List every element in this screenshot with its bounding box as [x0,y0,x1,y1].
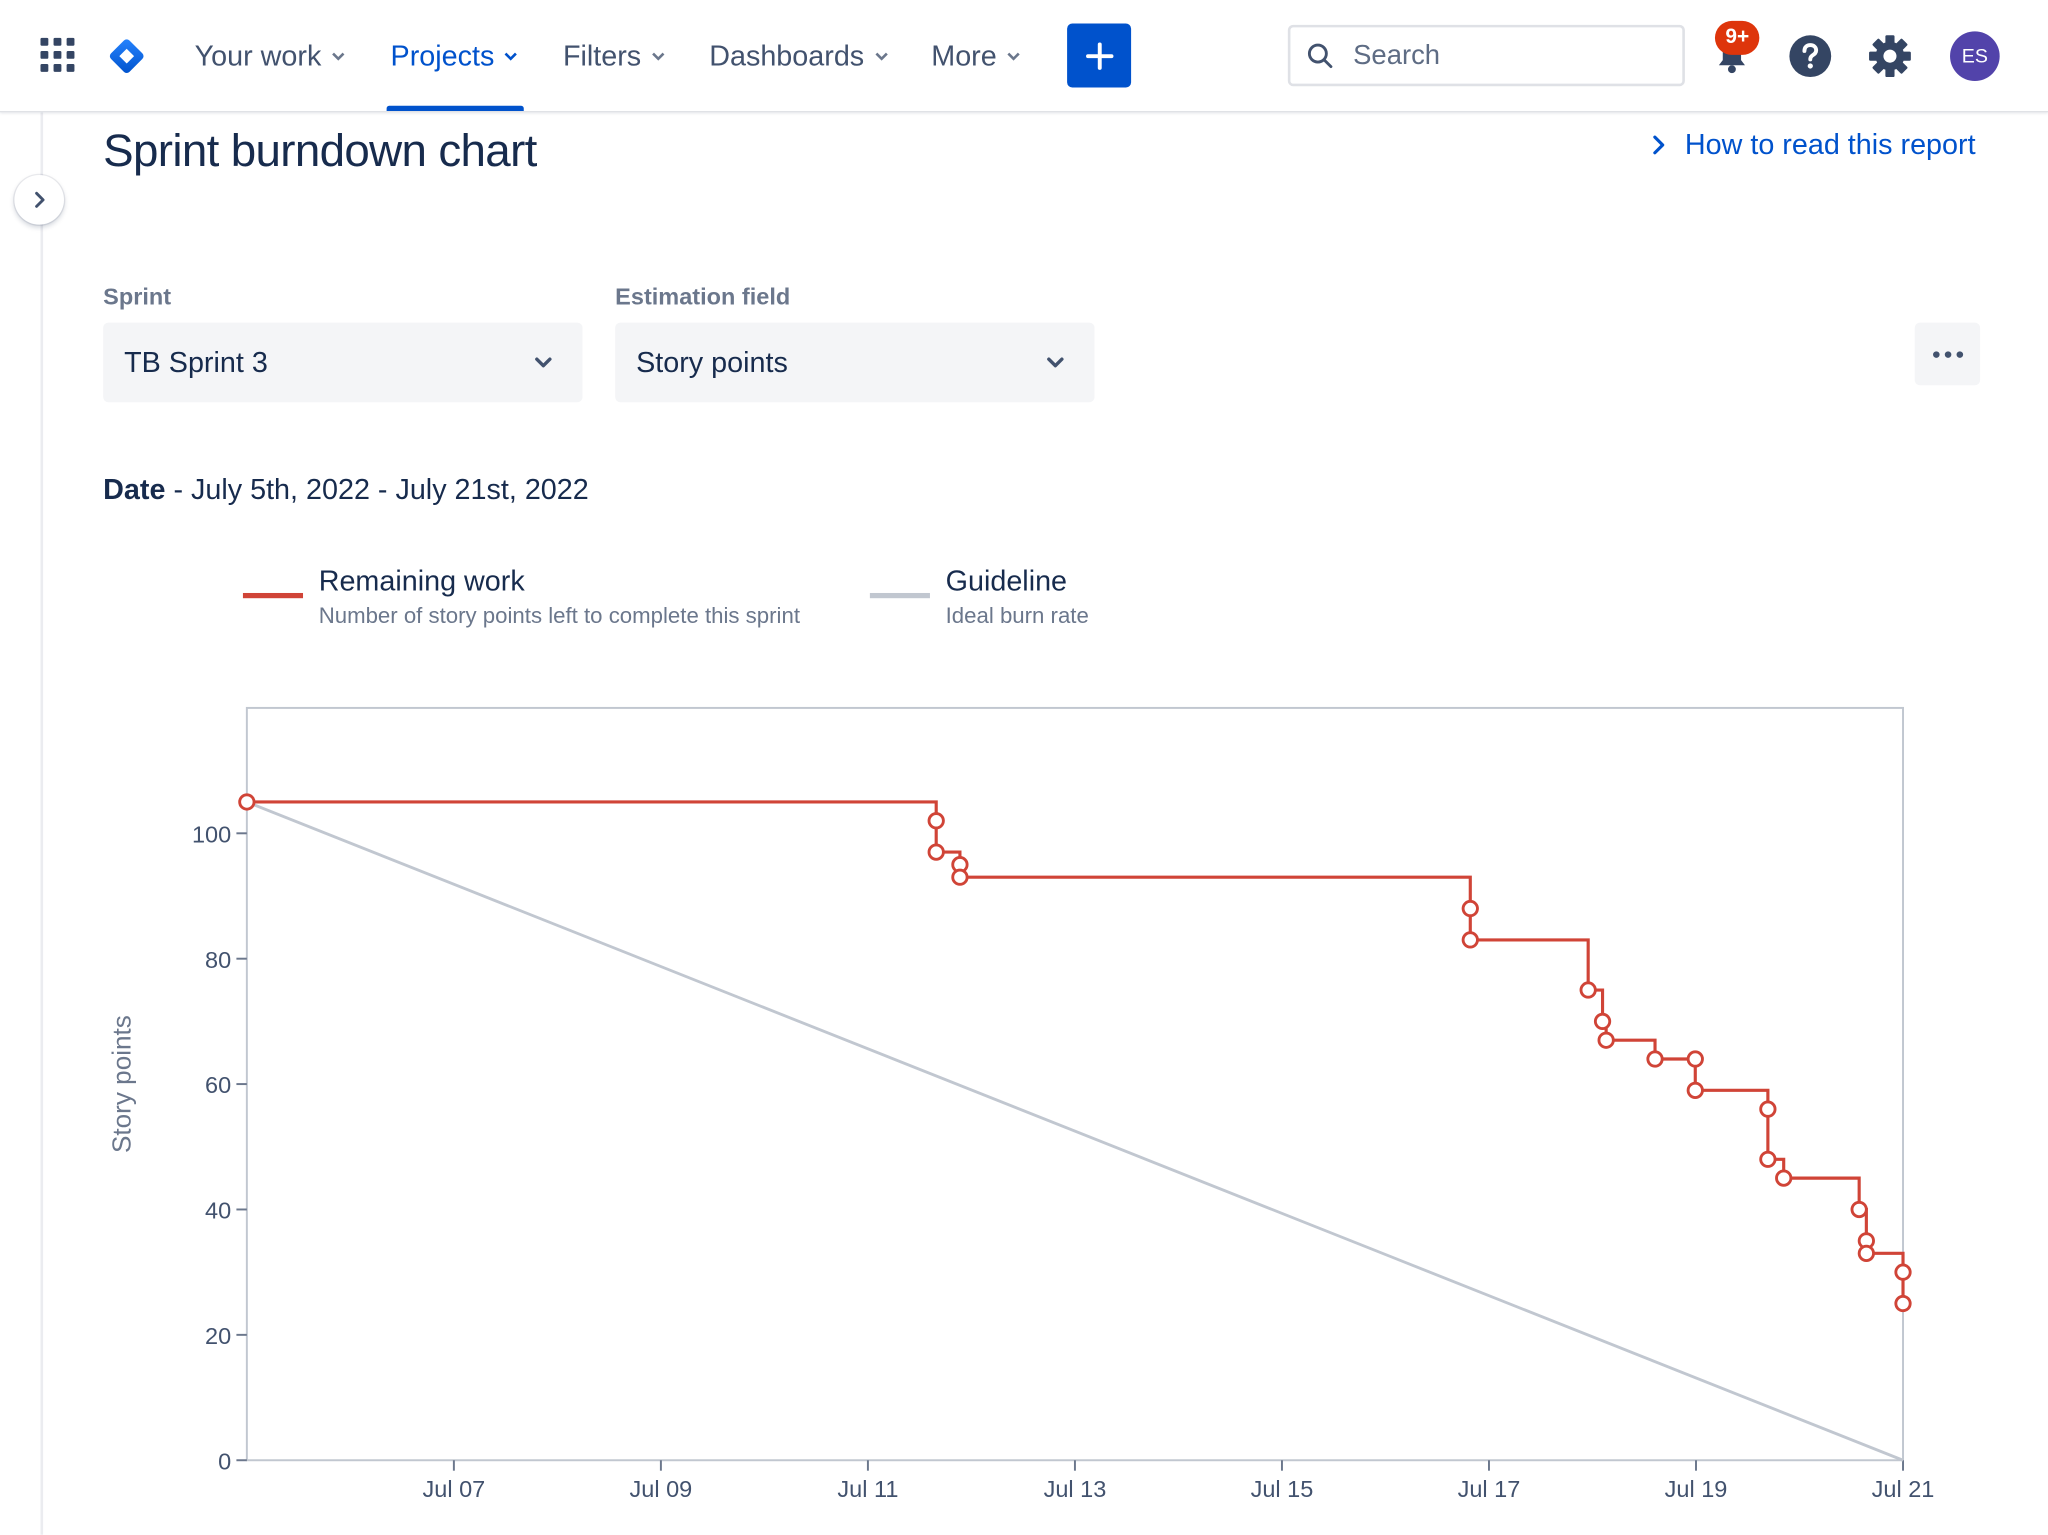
chevron-down-icon [332,51,345,60]
nav-your-work[interactable]: Your work [195,0,348,111]
x-tick-label: Jul 11 [837,1476,898,1502]
chevron-right-icon [35,191,45,208]
search-field[interactable] [1287,24,1685,87]
remaining-work-point [238,793,256,811]
nav-filters-label: Filters [562,38,642,72]
chevron-down-icon [651,51,665,60]
create-button[interactable] [1067,23,1132,88]
x-tick-label: Jul 21 [1872,1476,1935,1502]
chevron-down-icon [505,51,518,60]
search-icon [1307,42,1333,68]
remaining-work-point [951,868,969,886]
nav-projects-label: Projects [390,38,495,72]
expand-sidebar-button[interactable] [14,175,64,225]
remaining-work-point [1461,899,1479,918]
chevron-down-icon [875,51,888,60]
remaining-work-point [1686,1081,1704,1099]
x-axis: Jul 07 Jul 09 Jul 11 Jul 13 Jul 15 Jul 17 Jul … [423,1460,1935,1502]
x-tick-label: Jul 13 [1044,1476,1107,1502]
remaining-work-point [1759,1100,1777,1118]
notification-badge: 9+ [1714,20,1760,55]
nav-more[interactable]: More [931,0,1023,111]
remaining-work-point [1857,1244,1875,1262]
remaining-work-point [1646,1050,1664,1068]
y-tick-label: 20 [205,1323,231,1349]
help-icon [1789,35,1832,78]
gear-icon [1869,35,1911,78]
y-tick-label: 40 [205,1198,231,1224]
remaining-work-point [1686,1050,1704,1068]
nav-filters[interactable]: Filters [563,0,667,111]
plot-frame [245,706,1904,1462]
y-tick-label: 0 [218,1448,231,1474]
guideline-series [246,800,1904,1462]
nav-more-label: More [931,38,997,72]
top-navigation: Your work Projects Filters Dashboards Mo… [0,0,2048,113]
burndown-chart: 020406080100 Jul 07 Jul 09 Jul 11 Jul 13 Jul… [107,706,1935,1502]
remaining-work-point [1597,1031,1615,1049]
remaining-work-point [927,812,945,830]
x-tick-label: Jul 19 [1665,1476,1728,1502]
app-switcher-icon[interactable] [38,35,80,77]
search-input[interactable] [1350,38,1670,73]
remaining-work-point [1579,981,1597,999]
settings-button[interactable] [1863,29,1918,84]
remaining-work-point [1775,1169,1793,1187]
page: Your work Projects Filters Dashboards Mo… [0,0,2048,1535]
remaining-work-point [1850,1200,1868,1219]
x-tick-label: Jul 07 [423,1476,486,1502]
y-tick-label: 60 [205,1072,231,1098]
nav-dashboards-label: Dashboards [709,38,865,72]
x-tick-label: Jul 15 [1251,1476,1314,1502]
jira-logo-icon[interactable] [104,34,148,78]
y-tick-label: 100 [192,821,231,847]
series-layer [246,800,1905,1462]
remaining-work-point [1461,931,1479,949]
y-tick-label: 80 [205,947,231,973]
x-tick-label: Jul 09 [630,1476,693,1502]
help-button[interactable] [1783,29,1838,84]
avatar[interactable]: ES [1950,31,2000,81]
x-tick-label: Jul 17 [1458,1476,1521,1502]
nav-projects[interactable]: Projects [386,0,526,112]
plus-icon [1085,41,1113,70]
nav-your-work-label: Your work [194,38,322,72]
remaining-work-point [927,843,945,861]
remaining-work-point [1593,1012,1612,1031]
nav-dashboards[interactable]: Dashboards [709,0,890,111]
remaining-work-point [1759,1150,1777,1168]
y-axis-title: Story points [107,1015,137,1153]
remaining-work-point [1894,1263,1912,1281]
marker-layer [238,793,1912,1313]
remaining-work-point [1894,1294,1912,1313]
y-axis: 0 20 40 60 80 100 [192,821,247,1474]
chevron-down-icon [1007,51,1020,60]
